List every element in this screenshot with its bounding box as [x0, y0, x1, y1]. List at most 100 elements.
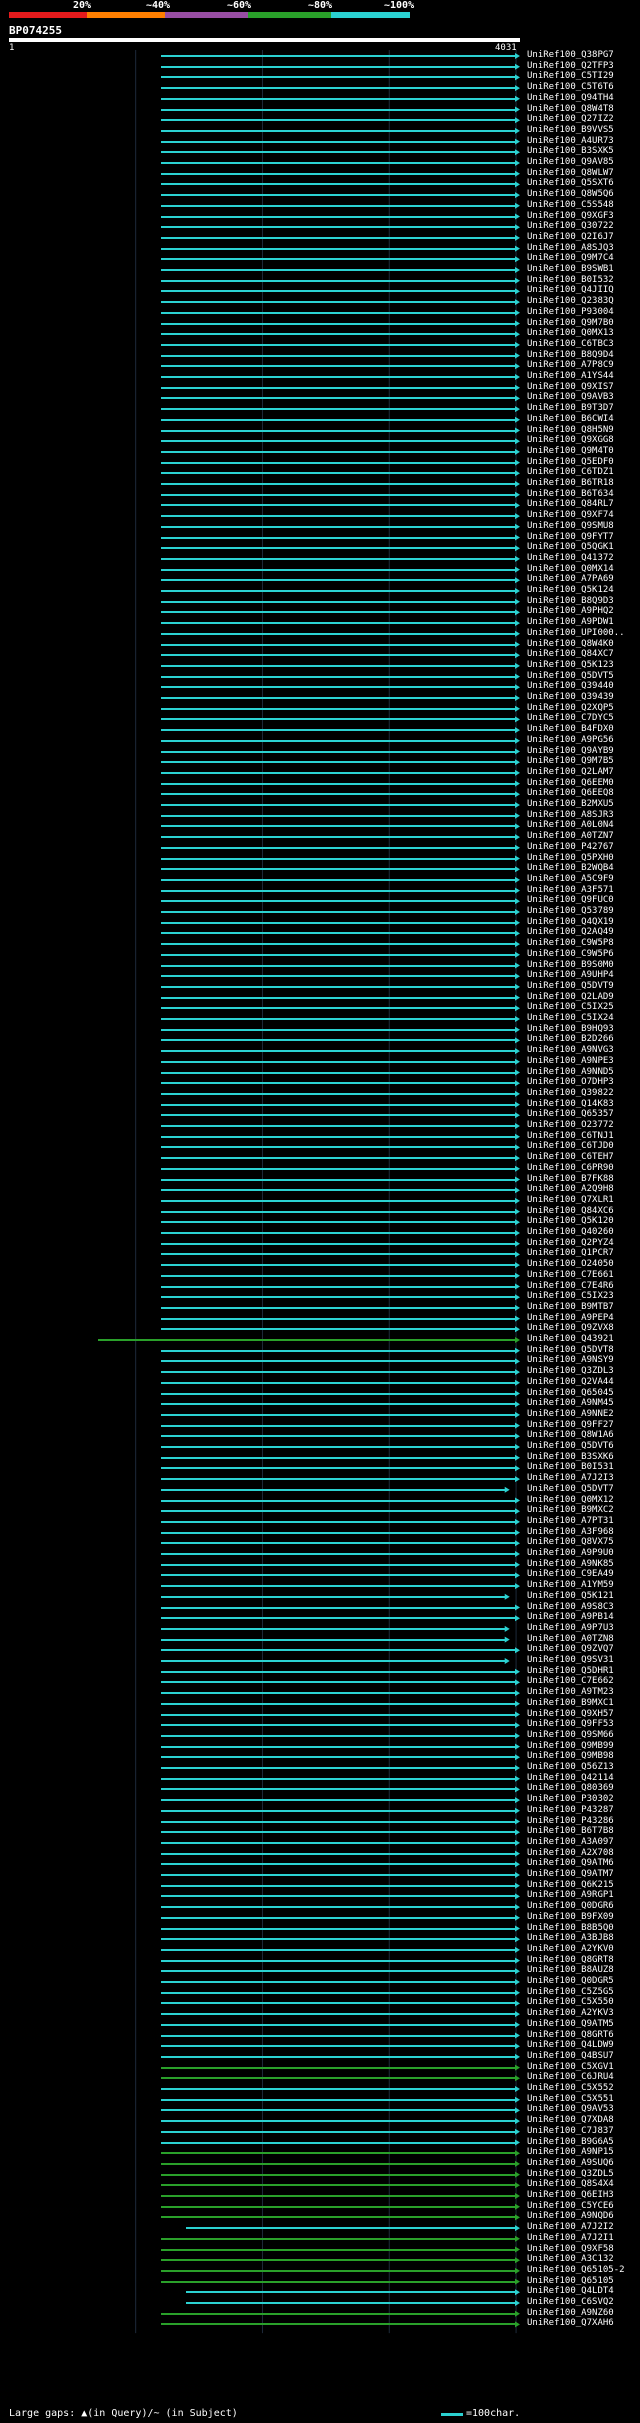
hit-row[interactable]: UniRef100_B9T3D7 [0, 403, 640, 414]
hit-label[interactable]: UniRef100_B9G6A5 [527, 2137, 614, 2148]
hit-row[interactable]: UniRef100_Q0DGR6 [0, 1901, 640, 1912]
hit-row[interactable]: UniRef100_Q2I6J7 [0, 232, 640, 243]
hit-label[interactable]: UniRef100_B9SWB1 [527, 264, 614, 275]
hit-label[interactable]: UniRef100_A4UR73 [527, 136, 614, 147]
hit-row[interactable]: UniRef100_Q8W4K0 [0, 639, 640, 650]
hit-row[interactable]: UniRef100_Q9MB99 [0, 1741, 640, 1752]
hit-label[interactable]: UniRef100_Q4LDW9 [527, 2040, 614, 2051]
hit-row[interactable]: UniRef100_Q3ZDL5 [0, 2169, 640, 2180]
hit-label[interactable]: UniRef100_B2D266 [527, 1034, 614, 1045]
hit-label[interactable]: UniRef100_A9NP15 [527, 2147, 614, 2158]
hit-label[interactable]: UniRef100_A8SJR3 [527, 810, 614, 821]
hit-label[interactable]: UniRef100_Q9XIS7 [527, 382, 614, 393]
hit-row[interactable]: UniRef100_Q9M7B5 [0, 756, 640, 767]
hit-row[interactable]: UniRef100_Q0MX12 [0, 1495, 640, 1506]
hit-label[interactable]: UniRef100_B8Q9D4 [527, 350, 614, 361]
hit-row[interactable]: UniRef100_C7E4R6 [0, 1281, 640, 1292]
hit-label[interactable]: UniRef100_Q39822 [527, 1088, 614, 1099]
hit-label[interactable]: UniRef100_Q9ATM7 [527, 1869, 614, 1880]
hit-label[interactable]: UniRef100_Q94TH4 [527, 93, 614, 104]
hit-label[interactable]: UniRef100_C7E661 [527, 1270, 614, 1281]
hit-label[interactable]: UniRef100_P42767 [527, 842, 614, 853]
hit-label[interactable]: UniRef100_Q30722 [527, 221, 614, 232]
hit-label[interactable]: UniRef100_A7J2I2 [527, 2222, 614, 2233]
hit-row[interactable]: UniRef100_A7PA69 [0, 574, 640, 585]
hit-row[interactable]: UniRef100_Q9M7B0 [0, 318, 640, 329]
hit-row[interactable]: UniRef100_B9MXC2 [0, 1505, 640, 1516]
hit-label[interactable]: UniRef100_Q9XGF3 [527, 211, 614, 222]
hit-row[interactable]: UniRef100_A8SJR3 [0, 810, 640, 821]
hit-label[interactable]: UniRef100_C5IX25 [527, 1002, 614, 1013]
hit-row[interactable]: UniRef100_A2YKV0 [0, 1944, 640, 1955]
hit-row[interactable]: UniRef100_Q9XF74 [0, 510, 640, 521]
hit-label[interactable]: UniRef100_Q42114 [527, 1773, 614, 1784]
hit-label[interactable]: UniRef100_Q38PG7 [527, 50, 614, 61]
hit-row[interactable]: UniRef100_Q5DVT9 [0, 981, 640, 992]
hit-row[interactable]: UniRef100_Q9FF53 [0, 1719, 640, 1730]
hit-label[interactable]: UniRef100_Q65105-2 [527, 2265, 625, 2276]
hit-row[interactable]: UniRef100_A7J2I2 [0, 2222, 640, 2233]
hit-label[interactable]: UniRef100_P43287 [527, 1805, 614, 1816]
hit-label[interactable]: UniRef100_B4FDX0 [527, 724, 614, 735]
hit-label[interactable]: UniRef100_O23772 [527, 1120, 614, 1131]
hit-row[interactable]: UniRef100_Q43921 [0, 1334, 640, 1345]
hit-row[interactable]: UniRef100_B9SWB1 [0, 264, 640, 275]
hit-label[interactable]: UniRef100_C7DYC5 [527, 713, 614, 724]
hit-label[interactable]: UniRef100_A9TM23 [527, 1687, 614, 1698]
hit-label[interactable]: UniRef100_C5YCE6 [527, 2201, 614, 2212]
hit-label[interactable]: UniRef100_C6TJD0 [527, 1141, 614, 1152]
hit-row[interactable]: UniRef100_A9PEP4 [0, 1313, 640, 1324]
hit-label[interactable]: UniRef100_Q3ZDL5 [527, 2169, 614, 2180]
hit-label[interactable]: UniRef100_B6T7B8 [527, 1826, 614, 1837]
hit-label[interactable]: UniRef100_A9NZ60 [527, 2308, 614, 2319]
hit-row[interactable]: UniRef100_A9NP15 [0, 2147, 640, 2158]
hit-row[interactable]: UniRef100_Q2PYZ4 [0, 1238, 640, 1249]
hit-label[interactable]: UniRef100_Q6EIH3 [527, 2190, 614, 2201]
hit-row[interactable]: UniRef100_A7J2I1 [0, 2233, 640, 2244]
hit-label[interactable]: UniRef100_A9PHQ2 [527, 606, 614, 617]
hit-label[interactable]: UniRef100_Q4QX19 [527, 917, 614, 928]
hit-row[interactable]: UniRef100_C5IX25 [0, 1002, 640, 1013]
hit-row[interactable]: UniRef100_B6TR18 [0, 478, 640, 489]
hit-row[interactable]: UniRef100_A9NND5 [0, 1067, 640, 1078]
hit-label[interactable]: UniRef100_Q5PXH0 [527, 853, 614, 864]
hit-row[interactable]: UniRef100_Q4LDT4 [0, 2286, 640, 2297]
hit-row[interactable]: UniRef100_Q8VX75 [0, 1537, 640, 1548]
hit-row[interactable]: UniRef100_B8AUZ8 [0, 1965, 640, 1976]
hit-label[interactable]: UniRef100_Q3ZDL3 [527, 1366, 614, 1377]
hit-label[interactable]: UniRef100_Q5K121 [527, 1591, 614, 1602]
hit-label[interactable]: UniRef100_A9NNE2 [527, 1409, 614, 1420]
hit-row[interactable]: UniRef100_Q9XGF3 [0, 211, 640, 222]
hit-label[interactable]: UniRef100_Q9M7C4 [527, 253, 614, 264]
hit-label[interactable]: UniRef100_P43286 [527, 1816, 614, 1827]
hit-label[interactable]: UniRef100_A0TZN8 [527, 1634, 614, 1645]
hit-label[interactable]: UniRef100_A3F571 [527, 885, 614, 896]
hit-row[interactable]: UniRef100_Q9XH57 [0, 1709, 640, 1720]
hit-label[interactable]: UniRef100_A0TZN7 [527, 831, 614, 842]
hit-label[interactable]: UniRef100_Q39440 [527, 681, 614, 692]
hit-label[interactable]: UniRef100_B6TR18 [527, 478, 614, 489]
hit-row[interactable]: UniRef100_O23772 [0, 1120, 640, 1131]
hit-row[interactable]: UniRef100_Q65045 [0, 1388, 640, 1399]
hit-row[interactable]: UniRef100_C7E661 [0, 1270, 640, 1281]
hit-label[interactable]: UniRef100_Q2I6J7 [527, 232, 614, 243]
hit-label[interactable]: UniRef100_Q7XDA8 [527, 2115, 614, 2126]
hit-row[interactable]: UniRef100_A9NSY9 [0, 1355, 640, 1366]
hit-label[interactable]: UniRef100_Q9ZVX8 [527, 1323, 614, 1334]
hit-label[interactable]: UniRef100_Q8S4X4 [527, 2179, 614, 2190]
hit-label[interactable]: UniRef100_Q9AVB3 [527, 392, 614, 403]
hit-label[interactable]: UniRef100_Q84XC6 [527, 1206, 614, 1217]
hit-row[interactable]: UniRef100_C6TJD0 [0, 1141, 640, 1152]
hit-row[interactable]: UniRef100_Q80369 [0, 1783, 640, 1794]
hit-row[interactable]: UniRef100_Q9AV53 [0, 2104, 640, 2115]
hit-label[interactable]: UniRef100_O7DHP3 [527, 1077, 614, 1088]
hit-row[interactable]: UniRef100_Q8S4X4 [0, 2179, 640, 2190]
hit-label[interactable]: UniRef100_B9HQ93 [527, 1024, 614, 1035]
hit-row[interactable]: UniRef100_Q2VA44 [0, 1377, 640, 1388]
hit-label[interactable]: UniRef100_C5IX23 [527, 1291, 614, 1302]
hit-label[interactable]: UniRef100_A9PDW1 [527, 617, 614, 628]
hit-label[interactable]: UniRef100_Q9ATM6 [527, 1858, 614, 1869]
hit-label[interactable]: UniRef100_A3F968 [527, 1527, 614, 1538]
hit-row[interactable]: UniRef100_Q5K124 [0, 585, 640, 596]
hit-label[interactable]: UniRef100_Q53789 [527, 906, 614, 917]
